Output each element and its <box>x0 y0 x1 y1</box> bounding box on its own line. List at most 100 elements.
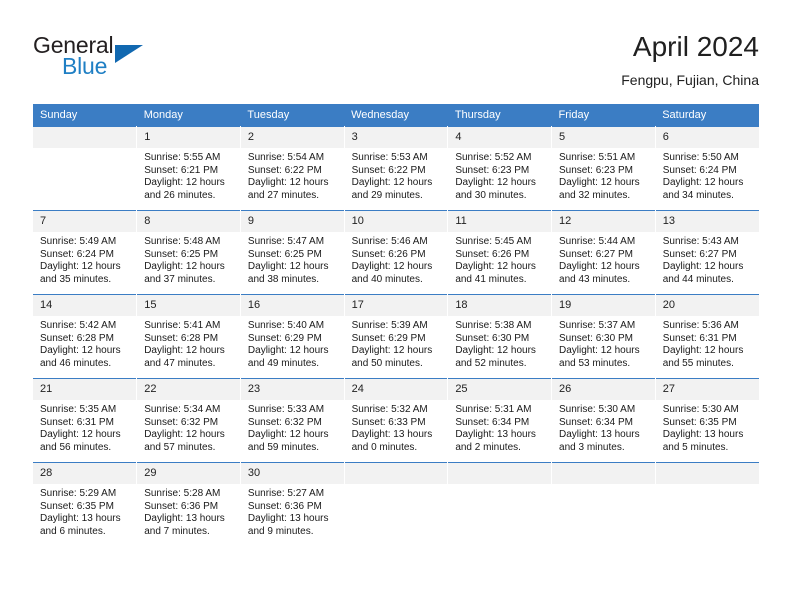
daylight-duration-line2: and 43 minutes. <box>559 273 631 285</box>
day-number: 17 <box>344 295 448 316</box>
sunrise-time: Sunrise: 5:54 AM <box>247 152 325 163</box>
sunrise-time: Sunrise: 5:48 AM <box>144 236 221 247</box>
sunrise-time: Sunrise: 5:45 AM <box>455 236 532 247</box>
general-blue-logo[interactable]: General Blue <box>33 34 213 82</box>
calendar-day-cell[interactable]: 4 Sunrise: 5:52 AM Sunset: 6:23 PM Daylight… <box>447 126 553 211</box>
daylight-duration-line2: and 47 minutes. <box>144 357 216 369</box>
daylight-duration-line2: and 30 minutes. <box>455 189 527 201</box>
day-sun-info: Sunrise: 5:38 AM Sunset: 6:30 PM Daylight:… <box>448 316 551 370</box>
day-number: 21 <box>33 379 137 400</box>
calendar-empty-cell <box>33 126 138 211</box>
calendar-day-cell[interactable]: 7 Sunrise: 5:49 AM Sunset: 6:24 PM Daylight… <box>33 210 138 295</box>
sunset-time: Sunset: 6:26 PM <box>455 248 530 260</box>
day-sun-info: Sunrise: 5:45 AM Sunset: 6:26 PM Daylight:… <box>448 232 551 286</box>
daylight-duration-line1: Daylight: 12 hours <box>247 429 329 441</box>
day-number: 16 <box>240 295 344 316</box>
daylight-duration-line1: Daylight: 12 hours <box>247 261 329 273</box>
calendar-day-cell[interactable]: 26 Sunrise: 5:30 AM Sunset: 6:34 PM Dayligh… <box>551 378 656 463</box>
day-number: 8 <box>137 211 240 232</box>
calendar-day-cell[interactable]: 13 Sunrise: 5:43 AM Sunset: 6:27 PM Dayligh… <box>655 210 759 295</box>
day-number <box>344 463 448 484</box>
calendar-day-cell[interactable]: 29 Sunrise: 5:28 AM Sunset: 6:36 PM Dayligh… <box>136 462 241 546</box>
sunrise-time: Sunrise: 5:41 AM <box>144 320 221 331</box>
daylight-duration-line1: Daylight: 13 hours <box>455 429 536 441</box>
daylight-duration-line1: Daylight: 12 hours <box>144 345 225 357</box>
logo-text-blue: Blue <box>62 53 108 79</box>
calendar-day-cell[interactable]: 12 Sunrise: 5:44 AM Sunset: 6:27 PM Dayligh… <box>551 210 656 295</box>
sunrise-time: Sunrise: 5:42 AM <box>40 320 117 331</box>
sunset-time: Sunset: 6:29 PM <box>351 332 426 344</box>
weekday-header-thursday: Thursday <box>447 104 552 127</box>
daylight-duration-line1: Daylight: 12 hours <box>144 429 225 441</box>
calendar-day-cell[interactable]: 1 Sunrise: 5:55 AM Sunset: 6:21 PM Daylight… <box>136 126 241 211</box>
calendar-day-cell[interactable]: 16 Sunrise: 5:40 AM Sunset: 6:29 PM Dayligh… <box>240 294 345 379</box>
calendar-grid: Sunday Monday Tuesday Wednesday Thursday… <box>33 104 759 546</box>
sunrise-time: Sunrise: 5:28 AM <box>144 488 221 499</box>
daylight-duration-line2: and 55 minutes. <box>662 357 734 369</box>
calendar-day-cell[interactable]: 20 Sunrise: 5:36 AM Sunset: 6:31 PM Dayligh… <box>655 294 759 379</box>
sunset-time: Sunset: 6:30 PM <box>559 332 633 344</box>
calendar-day-cell[interactable]: 10 Sunrise: 5:46 AM Sunset: 6:26 PM Dayligh… <box>344 210 449 295</box>
weekday-header-friday: Friday <box>551 104 656 127</box>
calendar-day-cell[interactable]: 25 Sunrise: 5:31 AM Sunset: 6:34 PM Dayligh… <box>447 378 553 463</box>
day-sun-info: Sunrise: 5:42 AM Sunset: 6:28 PM Daylight:… <box>33 316 136 370</box>
sunrise-time: Sunrise: 5:37 AM <box>559 320 636 331</box>
calendar-day-cell[interactable]: 11 Sunrise: 5:45 AM Sunset: 6:26 PM Dayligh… <box>447 210 553 295</box>
daylight-duration-line2: and 27 minutes. <box>247 189 320 201</box>
calendar-day-cell[interactable]: 2 Sunrise: 5:54 AM Sunset: 6:22 PM Daylight… <box>240 126 345 211</box>
calendar-day-cell[interactable]: 28 Sunrise: 5:29 AM Sunset: 6:35 PM Dayligh… <box>33 462 138 546</box>
day-sun-info: Sunrise: 5:33 AM Sunset: 6:32 PM Daylight:… <box>241 400 344 454</box>
sunrise-time: Sunrise: 5:27 AM <box>247 488 325 499</box>
calendar-day-cell[interactable]: 5 Sunrise: 5:51 AM Sunset: 6:23 PM Daylight… <box>551 126 656 211</box>
calendar-week-row: 28 Sunrise: 5:29 AM Sunset: 6:35 PM Dayligh… <box>33 462 759 546</box>
day-sun-info: Sunrise: 5:40 AM Sunset: 6:29 PM Daylight:… <box>241 316 344 370</box>
calendar-week-row: 1 Sunrise: 5:55 AM Sunset: 6:21 PM Daylight… <box>33 126 759 211</box>
sunset-time: Sunset: 6:28 PM <box>144 332 219 344</box>
calendar-day-cell[interactable]: 8 Sunrise: 5:48 AM Sunset: 6:25 PM Daylight… <box>136 210 241 295</box>
sunrise-time: Sunrise: 5:30 AM <box>559 404 636 415</box>
day-sun-info: Sunrise: 5:47 AM Sunset: 6:25 PM Daylight:… <box>241 232 344 286</box>
calendar-day-cell[interactable]: 22 Sunrise: 5:34 AM Sunset: 6:32 PM Dayligh… <box>136 378 241 463</box>
calendar-day-cell[interactable]: 18 Sunrise: 5:38 AM Sunset: 6:30 PM Dayligh… <box>447 294 553 379</box>
calendar-day-cell[interactable]: 3 Sunrise: 5:53 AM Sunset: 6:22 PM Daylight… <box>344 126 449 211</box>
calendar-day-cell[interactable]: 6 Sunrise: 5:50 AM Sunset: 6:24 PM Daylight… <box>655 126 759 211</box>
daylight-duration-line2: and 6 minutes. <box>40 525 106 537</box>
sunset-time: Sunset: 6:36 PM <box>144 500 219 512</box>
calendar-day-cell[interactable]: 27 Sunrise: 5:30 AM Sunset: 6:35 PM Dayligh… <box>655 378 759 463</box>
sunset-time: Sunset: 6:22 PM <box>351 164 426 176</box>
daylight-duration-line2: and 49 minutes. <box>247 357 320 369</box>
day-number: 11 <box>448 211 552 232</box>
calendar-day-cell[interactable]: 19 Sunrise: 5:37 AM Sunset: 6:30 PM Dayligh… <box>551 294 656 379</box>
calendar-day-cell[interactable]: 21 Sunrise: 5:35 AM Sunset: 6:31 PM Dayligh… <box>33 378 138 463</box>
day-sun-info: Sunrise: 5:52 AM Sunset: 6:23 PM Daylight:… <box>448 148 551 202</box>
daylight-duration-line2: and 37 minutes. <box>144 273 216 285</box>
calendar-day-cell[interactable]: 17 Sunrise: 5:39 AM Sunset: 6:29 PM Dayligh… <box>344 294 449 379</box>
day-sun-info: Sunrise: 5:48 AM Sunset: 6:25 PM Daylight:… <box>137 232 240 286</box>
daylight-duration-line1: Daylight: 13 hours <box>40 513 121 525</box>
day-number: 23 <box>240 379 344 400</box>
day-sun-info: Sunrise: 5:27 AM Sunset: 6:36 PM Daylight:… <box>241 484 344 538</box>
day-sun-info: Sunrise: 5:46 AM Sunset: 6:26 PM Daylight:… <box>345 232 448 286</box>
calendar-day-cell[interactable]: 9 Sunrise: 5:47 AM Sunset: 6:25 PM Daylight… <box>240 210 345 295</box>
calendar-empty-cell <box>551 462 656 546</box>
sunset-time: Sunset: 6:24 PM <box>40 248 114 260</box>
daylight-duration-line1: Daylight: 12 hours <box>662 261 744 273</box>
day-sun-info: Sunrise: 5:41 AM Sunset: 6:28 PM Daylight:… <box>137 316 240 370</box>
calendar-day-cell[interactable]: 15 Sunrise: 5:41 AM Sunset: 6:28 PM Dayligh… <box>136 294 241 379</box>
sunrise-time: Sunrise: 5:34 AM <box>144 404 221 415</box>
daylight-duration-line2: and 46 minutes. <box>40 357 112 369</box>
day-sun-info: Sunrise: 5:34 AM Sunset: 6:32 PM Daylight:… <box>137 400 240 454</box>
day-sun-info: Sunrise: 5:55 AM Sunset: 6:21 PM Daylight:… <box>137 148 240 202</box>
day-number <box>552 463 655 484</box>
weekday-header-wednesday: Wednesday <box>344 104 448 127</box>
calendar-day-cell[interactable]: 14 Sunrise: 5:42 AM Sunset: 6:28 PM Dayligh… <box>33 294 138 379</box>
daylight-duration-line2: and 52 minutes. <box>455 357 527 369</box>
sunset-time: Sunset: 6:33 PM <box>351 416 426 428</box>
sunrise-time: Sunrise: 5:46 AM <box>351 236 428 247</box>
calendar-day-cell[interactable]: 23 Sunrise: 5:33 AM Sunset: 6:32 PM Dayligh… <box>240 378 345 463</box>
calendar-day-cell[interactable]: 24 Sunrise: 5:32 AM Sunset: 6:33 PM Dayligh… <box>344 378 449 463</box>
weekday-header-saturday: Saturday <box>655 104 759 127</box>
calendar-day-cell[interactable]: 30 Sunrise: 5:27 AM Sunset: 6:36 PM Dayligh… <box>240 462 345 546</box>
daylight-duration-line2: and 44 minutes. <box>662 273 734 285</box>
day-number: 18 <box>448 295 552 316</box>
